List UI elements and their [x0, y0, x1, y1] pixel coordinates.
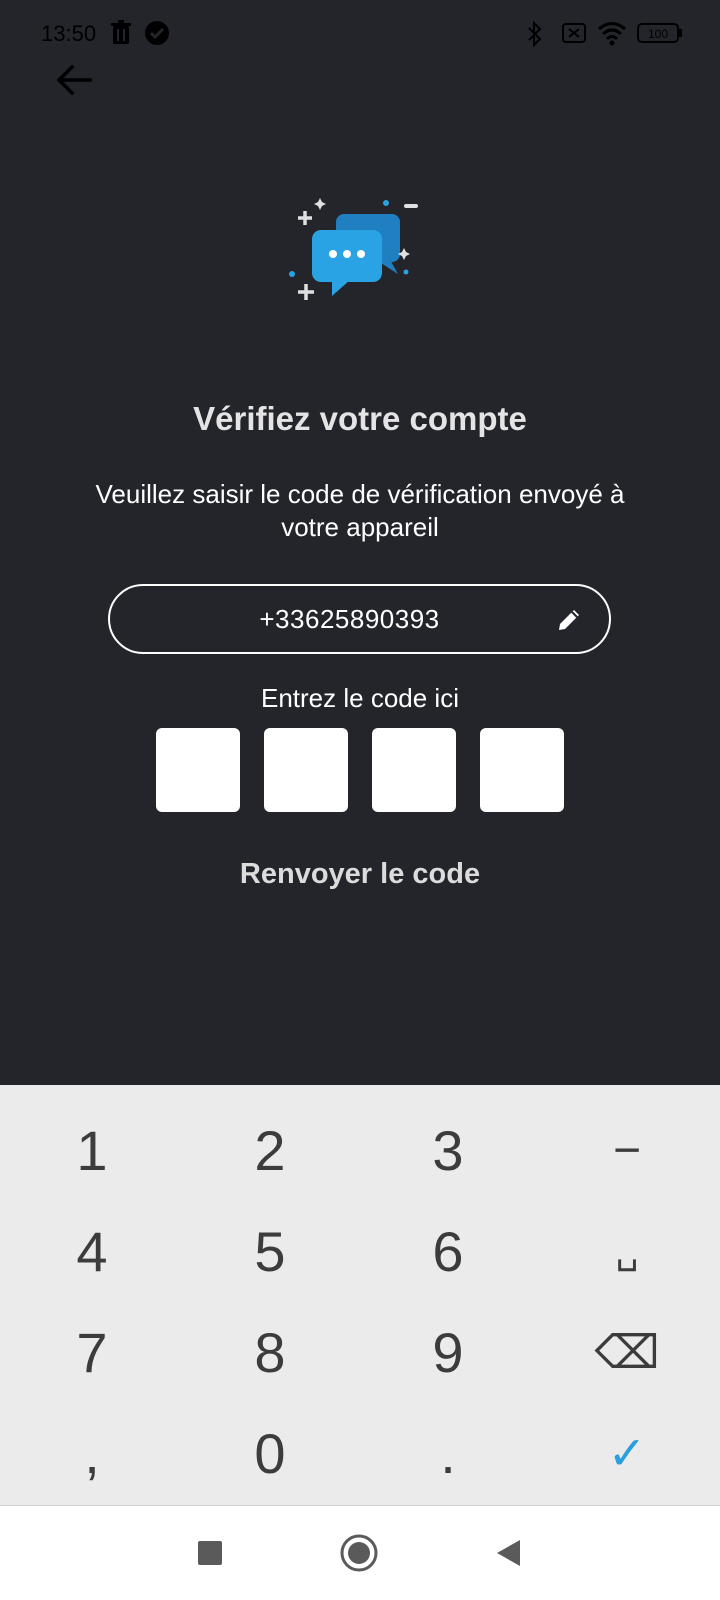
key-space[interactable]: ␣: [537, 1201, 717, 1301]
page-title: Vérifiez votre compte: [193, 400, 527, 437]
page-subtitle: Veuillez saisir le code de vérification …: [95, 479, 625, 542]
phone-number-field[interactable]: +33625890393: [108, 584, 611, 654]
key-minus[interactable]: −: [537, 1100, 717, 1200]
key-enter-checkmark[interactable]: ✓: [537, 1403, 717, 1503]
battery-icon: 100: [637, 20, 683, 51]
arrow-left-icon: [56, 64, 92, 101]
home-circle-icon[interactable]: [337, 1531, 381, 1575]
key-7[interactable]: 7: [2, 1302, 182, 1402]
key-1[interactable]: 1: [2, 1100, 182, 1200]
resend-code-button[interactable]: Renvoyer le code: [0, 858, 720, 891]
phone-number-value: +33625890393: [259, 603, 440, 634]
code-digit-1[interactable]: [156, 728, 240, 812]
key-backspace[interactable]: ⌫: [537, 1302, 717, 1402]
sim-off-icon: [561, 20, 587, 51]
code-input-group: [156, 728, 564, 812]
key-9[interactable]: 9: [358, 1302, 538, 1402]
key-5[interactable]: 5: [180, 1201, 360, 1301]
key-comma[interactable]: ,: [2, 1403, 182, 1503]
code-digit-4[interactable]: [480, 728, 564, 812]
system-navbar: [0, 1505, 720, 1600]
key-2[interactable]: 2: [180, 1100, 360, 1200]
key-4[interactable]: 4: [2, 1201, 182, 1301]
back-button[interactable]: [48, 56, 100, 108]
key-period[interactable]: .: [358, 1403, 538, 1503]
bluetooth-icon: [526, 20, 544, 53]
status-time: 13:50: [41, 21, 97, 46]
trash-icon: [110, 20, 132, 51]
key-0[interactable]: 0: [180, 1403, 360, 1503]
key-8[interactable]: 8: [180, 1302, 360, 1402]
key-3[interactable]: 3: [358, 1100, 538, 1200]
check-circle-icon: [144, 20, 170, 51]
code-digit-3[interactable]: [372, 728, 456, 812]
key-6[interactable]: 6: [358, 1201, 538, 1301]
code-label: Entrez le code ici: [261, 683, 459, 713]
pencil-icon[interactable]: [555, 606, 583, 634]
battery-level: 100: [648, 27, 668, 41]
numeric-keyboard: 1 2 3 − 4 5 6 ␣ 7 8 9 ⌫ , 0 . ✓: [0, 1085, 720, 1505]
wifi-icon: [597, 20, 627, 51]
recents-square-icon[interactable]: [188, 1531, 232, 1575]
status-bar: 13:50 100: [0, 0, 720, 70]
chat-bubbles-icon: [288, 196, 428, 312]
back-triangle-icon[interactable]: [486, 1531, 530, 1575]
code-digit-2[interactable]: [264, 728, 348, 812]
